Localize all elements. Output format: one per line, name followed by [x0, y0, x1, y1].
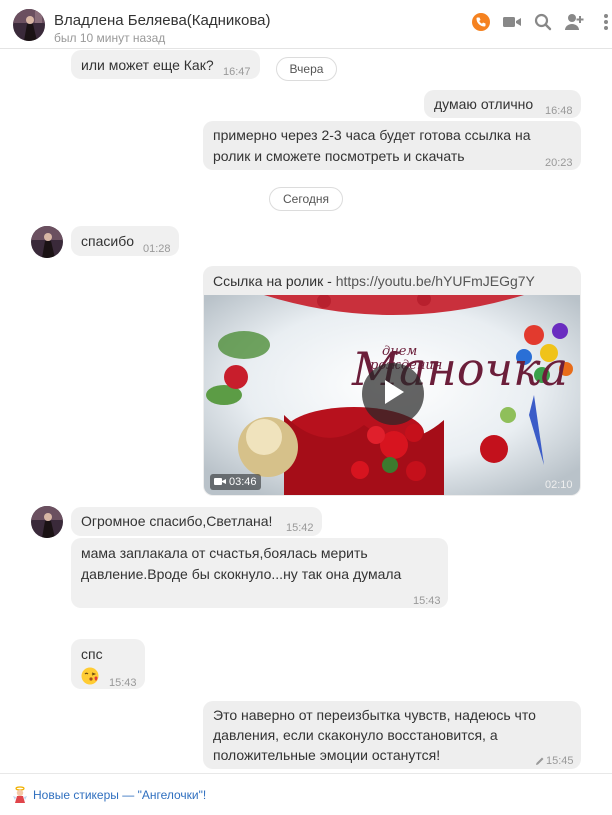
contact-status: был 10 минут назад — [54, 31, 166, 45]
message-outgoing-video[interactable]: Ссылка на ролик - https://youtu.be/hYUFm… — [203, 266, 581, 496]
contact-name[interactable]: Владлена Беляева(Кадникова) — [54, 12, 271, 29]
sticker-promo-bar: Новые стикеры — "Ангелочки"! — [0, 773, 612, 815]
message-time: 20:23 — [545, 157, 573, 169]
message-outgoing[interactable]: примерно через 2-3 часа будет готова ссы… — [203, 121, 581, 170]
add-user-button[interactable] — [563, 13, 585, 35]
angel-sticker-icon — [12, 786, 28, 809]
search-button[interactable] — [532, 13, 554, 35]
sender-avatar[interactable] — [31, 226, 63, 258]
message-outgoing[interactable]: Это наверно от переизбытка чувств, надею… — [203, 701, 581, 769]
search-icon — [534, 13, 552, 36]
message-text-line: давление.Вроде бы скокнуло...ну так она … — [81, 566, 402, 582]
date-separator: Вчера — [276, 57, 337, 81]
message-text: спс — [81, 646, 103, 662]
message-incoming[interactable]: или может еще Как? 16:47 — [71, 50, 260, 79]
message-text: спасибо — [81, 233, 134, 249]
message-outgoing[interactable]: думаю отлично 16:48 — [424, 90, 581, 118]
play-button[interactable] — [362, 363, 424, 425]
call-icon — [471, 12, 491, 37]
date-separator: Сегодня — [269, 187, 343, 211]
chat-window: Владлена Беляева(Кадникова) был 10 минут… — [0, 0, 612, 815]
message-time: 15:42 — [286, 522, 314, 534]
message-text: Огромное спасибо,Светлана! — [81, 513, 273, 529]
call-button[interactable] — [470, 12, 492, 37]
message-time: 16:47 — [223, 66, 251, 78]
video-duration-badge: 03:46 — [210, 474, 261, 490]
video-call-button[interactable] — [501, 13, 523, 35]
message-incoming[interactable]: спасибо 01:28 — [71, 226, 179, 256]
message-text: или может еще Как? — [81, 57, 214, 73]
more-button[interactable] — [594, 13, 612, 35]
video-call-icon — [502, 14, 522, 35]
message-time: 16:48 — [545, 105, 573, 117]
add-user-icon — [564, 13, 584, 36]
message-text: думаю отлично — [434, 96, 534, 112]
message-text-line: ролик и сможете посмотреть и скачать — [213, 148, 465, 164]
message-text-line: мама заплакала от счастья,боялась мерить — [81, 545, 368, 561]
sender-avatar[interactable] — [31, 506, 63, 538]
kiss-emoji-icon — [81, 667, 99, 685]
more-icon — [598, 13, 608, 36]
message-time: 01:28 — [143, 243, 171, 255]
message-text: Ссылка на ролик - https://youtu.be/hYUFm… — [213, 271, 535, 292]
link-prefix: Ссылка на ролик - — [213, 273, 336, 289]
video-link[interactable]: https://youtu.be/hYUFmJEGg7Y — [336, 273, 535, 289]
video-duration: 03:46 — [229, 476, 257, 488]
contact-avatar[interactable] — [13, 9, 45, 41]
message-text-line: примерно через 2-3 часа будет готова ссы… — [213, 127, 531, 143]
message-time: 15:45 — [546, 755, 574, 767]
message-text-line: положительные эмоции останутся! — [213, 747, 441, 763]
message-incoming[interactable]: Огромное спасибо,Светлана! 15:42 — [71, 507, 322, 536]
message-text-line: Это наверно от переизбытка чувств, надею… — [213, 707, 536, 723]
edited-pencil-icon — [535, 751, 545, 772]
message-incoming[interactable]: мама заплакала от счастья,боялась мерить… — [71, 538, 448, 608]
new-stickers-link[interactable]: Новые стикеры — "Ангелочки"! — [33, 788, 206, 802]
thumb-subtitle: днем — [382, 344, 417, 359]
camera-icon — [214, 473, 226, 491]
video-thumbnail[interactable]: Маночка днем рождения 03:46 02:10 — [204, 295, 580, 495]
message-incoming[interactable]: спс 15:43 — [71, 639, 145, 689]
play-icon — [380, 378, 406, 411]
chat-header: Владлена Беляева(Кадникова) был 10 минут… — [0, 0, 612, 49]
message-time: 02:10 — [545, 479, 573, 491]
message-time: 15:43 — [109, 677, 137, 689]
message-text-line: давления, если скаконуло восстановится, … — [213, 727, 498, 743]
message-time: 15:43 — [413, 595, 441, 607]
